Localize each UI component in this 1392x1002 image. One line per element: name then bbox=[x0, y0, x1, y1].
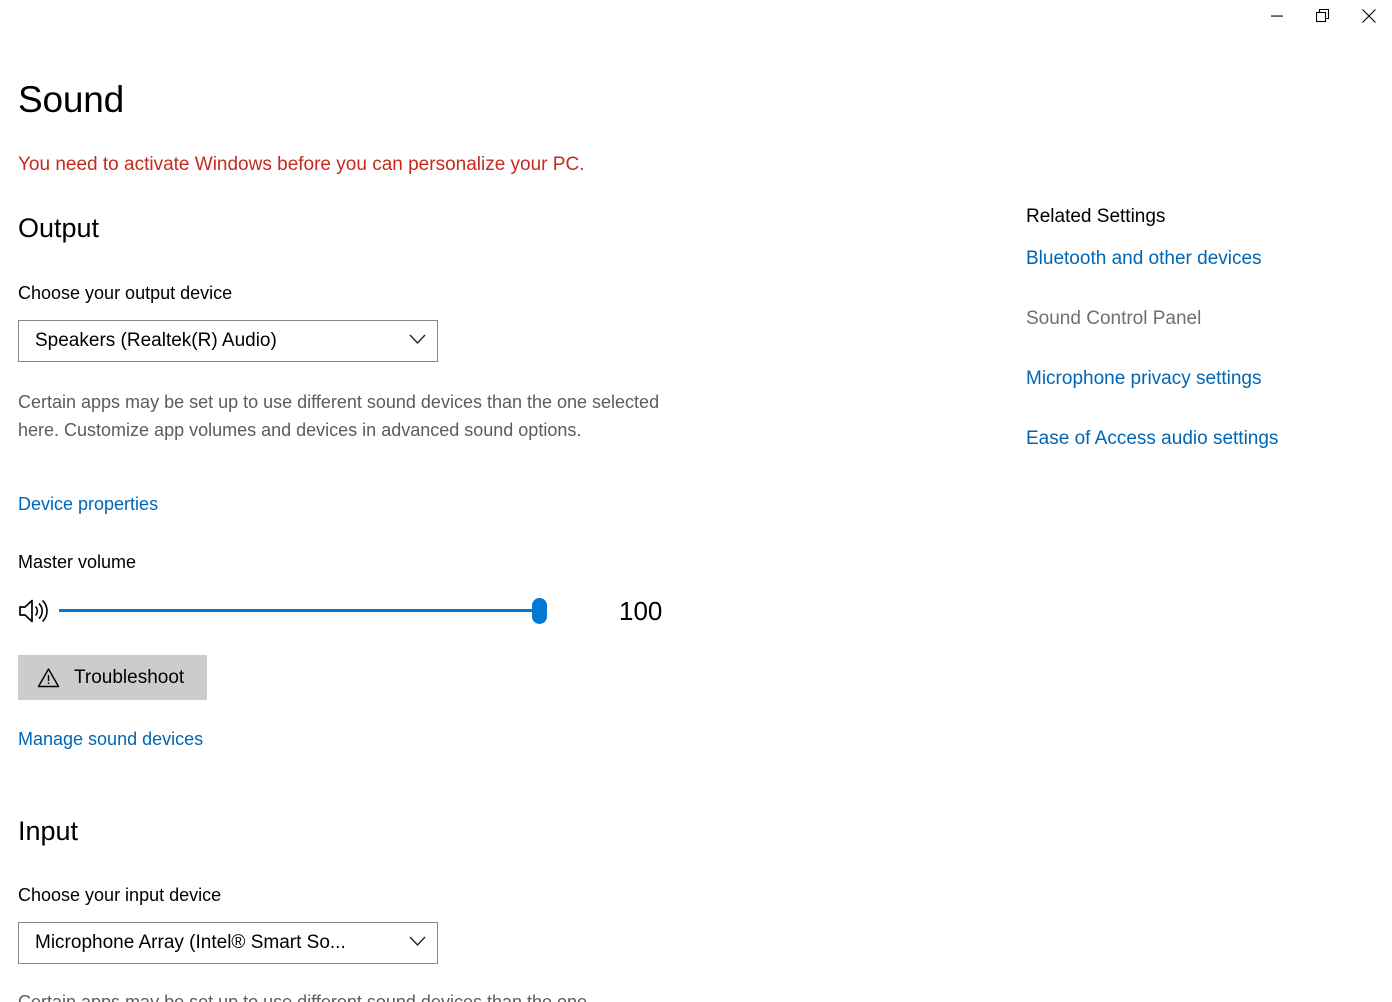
output-device-label: Choose your output device bbox=[18, 283, 233, 303]
related-item-microphone-privacy[interactable]: Microphone privacy settings bbox=[1026, 366, 1376, 392]
output-section-heading: Output bbox=[18, 213, 100, 243]
ease-of-access-audio-settings-link[interactable]: Ease of Access audio settings bbox=[1026, 428, 1278, 449]
master-volume-value: 100 bbox=[619, 596, 663, 626]
related-settings-title: Related Settings bbox=[1026, 206, 1166, 227]
troubleshoot-button[interactable]: Troubleshoot bbox=[18, 655, 208, 700]
microphone-privacy-settings-link[interactable]: Microphone privacy settings bbox=[1026, 368, 1262, 389]
input-device-value: Microphone Array (Intel® Smart So... bbox=[35, 932, 346, 953]
input-description-text: Certain apps may be set up to use differ… bbox=[18, 992, 588, 1002]
input-device-label: Choose your input device bbox=[18, 885, 222, 905]
title-bar bbox=[0, 0, 1392, 44]
chevron-down-icon bbox=[409, 934, 426, 952]
speaker-volume-icon[interactable] bbox=[18, 598, 52, 624]
related-item-ease-of-access-audio[interactable]: Ease of Access audio settings bbox=[1026, 426, 1376, 452]
input-device-dropdown[interactable]: Microphone Array (Intel® Smart So... bbox=[18, 922, 438, 964]
bluetooth-and-other-devices-link[interactable]: Bluetooth and other devices bbox=[1026, 248, 1262, 269]
device-properties-link[interactable]: Device properties bbox=[18, 492, 158, 516]
restore-icon bbox=[1316, 9, 1330, 23]
slider-thumb[interactable] bbox=[532, 598, 547, 624]
output-device-value: Speakers (Realtek(R) Audio) bbox=[35, 330, 277, 351]
output-description-text: Certain apps may be set up to use differ… bbox=[18, 392, 660, 440]
master-volume-label: Master volume bbox=[18, 552, 137, 572]
close-button[interactable] bbox=[1346, 0, 1392, 32]
sound-settings-page: Sound You need to activate Windows befor… bbox=[0, 0, 1392, 1002]
close-icon bbox=[1362, 9, 1376, 23]
page-title: Sound bbox=[18, 79, 124, 120]
related-item-bluetooth[interactable]: Bluetooth and other devices bbox=[1026, 246, 1376, 272]
activation-warning-text: You need to activate Windows before you … bbox=[18, 154, 585, 175]
related-item-sound-control-panel: Sound Control Panel bbox=[1026, 306, 1376, 332]
input-section-heading: Input bbox=[18, 816, 79, 846]
minimize-button[interactable] bbox=[1254, 0, 1300, 32]
master-volume-slider[interactable] bbox=[59, 593, 547, 629]
output-device-dropdown[interactable]: Speakers (Realtek(R) Audio) bbox=[18, 320, 438, 362]
chevron-down-icon bbox=[409, 332, 426, 350]
related-settings-panel: Related Settings Bluetooth and other dev… bbox=[1026, 204, 1376, 452]
slider-fill bbox=[59, 609, 539, 612]
warning-triangle-icon bbox=[37, 667, 60, 688]
sound-control-panel-label: Sound Control Panel bbox=[1026, 308, 1202, 329]
restore-button[interactable] bbox=[1300, 0, 1346, 32]
input-description-clipped: Certain apps may be set up to use differ… bbox=[18, 988, 698, 1002]
minimize-icon bbox=[1271, 15, 1283, 17]
troubleshoot-button-label: Troubleshoot bbox=[74, 666, 185, 688]
master-volume-row: 100 bbox=[18, 593, 662, 629]
manage-sound-devices-link[interactable]: Manage sound devices bbox=[18, 727, 203, 751]
